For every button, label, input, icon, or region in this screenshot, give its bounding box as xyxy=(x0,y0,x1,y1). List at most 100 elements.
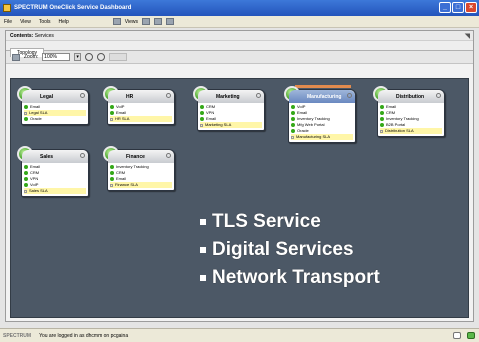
status-dot-icon xyxy=(24,171,28,175)
service-row-label: Oracle xyxy=(30,116,42,121)
status-dot-icon xyxy=(110,171,114,175)
overlay-bullet-list: TLS Service Digital Services Network Tra… xyxy=(200,208,380,292)
status-dot-icon xyxy=(291,105,295,109)
node-title: Marketing xyxy=(198,90,264,103)
zoom-toolbar: Zoom: 100% ▾ xyxy=(6,51,473,64)
node-rows: Inventory Tracking CRM Email Finance SLA xyxy=(108,163,174,190)
sla-icon xyxy=(24,111,27,115)
node-rows: VoIP Email HR SLA xyxy=(108,103,174,124)
gear-icon[interactable] xyxy=(256,93,261,98)
grid-view-icon[interactable] xyxy=(142,18,151,25)
status-dot-icon xyxy=(110,165,114,169)
menu-help[interactable]: Help xyxy=(55,19,73,25)
status-message: You are logged in as dhcmm on pcgaina xyxy=(39,332,129,339)
tab-strip: Topology xyxy=(6,41,473,57)
zoom-label: Zoom: xyxy=(24,54,39,60)
sla-row[interactable]: HR SLA xyxy=(110,116,172,122)
sla-row-label: Finance SLA xyxy=(115,182,138,187)
message-icon[interactable] xyxy=(453,332,461,339)
service-node-marketing[interactable]: Marketing CRM VPN Email Marketing SLA xyxy=(193,86,265,131)
node-title: Sales xyxy=(22,150,88,163)
close-button[interactable]: × xyxy=(465,2,477,13)
status-dot-icon xyxy=(200,111,204,115)
menu-tools[interactable]: Tools xyxy=(35,19,55,25)
service-node-sales[interactable]: Sales Email CRM VPN VoIP Sales SLA xyxy=(17,146,89,197)
gear-icon[interactable] xyxy=(166,93,171,98)
maximize-button[interactable]: □ xyxy=(452,2,464,13)
sla-row[interactable]: Distribution SLA xyxy=(380,128,442,134)
service-node-distribution[interactable]: Distribution Email CRM Inventory Trackin… xyxy=(373,86,445,137)
gear-icon[interactable] xyxy=(166,153,171,158)
zoom-out-icon[interactable] xyxy=(97,53,106,61)
service-node-finance[interactable]: Finance Inventory Tracking CRM Email Fin… xyxy=(103,146,175,191)
gear-icon[interactable] xyxy=(436,93,441,98)
list-view-icon[interactable] xyxy=(154,18,163,25)
selection-indicator xyxy=(295,85,351,88)
node-title: Distribution xyxy=(378,90,444,103)
status-dot-icon xyxy=(291,129,295,133)
sla-icon xyxy=(110,117,113,121)
menu-view[interactable]: View xyxy=(16,19,35,25)
zoom-select[interactable]: 100% xyxy=(42,53,71,61)
status-dot-icon xyxy=(110,177,114,181)
minimize-button[interactable]: _ xyxy=(439,2,451,13)
chevron-down-icon[interactable]: ▾ xyxy=(74,53,82,61)
window-title: SPECTRUM OneClick Service Dashboard xyxy=(14,5,132,11)
sla-row-label: HR SLA xyxy=(115,116,130,121)
node-title: Finance xyxy=(108,150,174,163)
sla-row[interactable]: Marketing SLA xyxy=(200,122,262,128)
status-dot-icon xyxy=(380,123,384,127)
status-icons xyxy=(453,332,475,339)
node-rows: Email Legal SLA Oracle xyxy=(22,103,88,124)
gear-icon[interactable] xyxy=(80,93,85,98)
service-node-legal[interactable]: Legal Email Legal SLA Oracle xyxy=(17,86,89,125)
node-rows: CRM VPN Email Marketing SLA xyxy=(198,103,264,130)
status-dot-icon xyxy=(380,111,384,115)
status-dot-icon xyxy=(380,105,384,109)
toolbar: Views xyxy=(112,18,175,25)
connection-icon[interactable] xyxy=(467,332,475,339)
gear-icon[interactable] xyxy=(347,93,352,98)
contents-label: Contents: xyxy=(10,33,34,39)
sla-row-label: Distribution SLA xyxy=(385,128,414,133)
bullet-text: Digital Services xyxy=(212,239,354,260)
sla-icon xyxy=(200,123,203,127)
status-dot-icon xyxy=(24,117,28,121)
tree-view-icon[interactable] xyxy=(166,18,175,25)
sla-icon xyxy=(24,189,27,193)
node-title: HR xyxy=(108,90,174,103)
bullet-item: TLS Service xyxy=(200,208,380,236)
service-node-manufacturing[interactable]: Manufacturing VoIP Email Inventory Track… xyxy=(284,85,356,143)
status-dot-icon xyxy=(200,105,204,109)
brand-logo: SPECTRUM xyxy=(3,332,32,339)
status-dot-icon xyxy=(291,117,295,121)
gear-icon[interactable] xyxy=(80,153,85,158)
status-dot-icon xyxy=(291,123,295,127)
service-node-hr[interactable]: HR VoIP Email HR SLA xyxy=(103,86,175,125)
printer-icon[interactable] xyxy=(112,18,121,25)
status-dot-icon xyxy=(200,117,204,121)
toolbar-history-label[interactable]: Views xyxy=(125,19,138,25)
zoom-in-icon[interactable] xyxy=(85,53,94,61)
menu-file[interactable]: File xyxy=(0,19,16,25)
bullet-icon xyxy=(200,247,206,253)
search-field[interactable] xyxy=(109,53,128,61)
bullet-item: Network Transport xyxy=(200,264,380,292)
node-rows: Email CRM Inventory Tracking B2B Portal … xyxy=(378,103,444,136)
bullet-text: Network Transport xyxy=(212,267,380,288)
sla-row[interactable]: Finance SLA xyxy=(110,182,172,188)
service-row[interactable]: Oracle xyxy=(24,116,86,122)
sla-row-label: Sales SLA xyxy=(29,188,48,193)
pencil-icon[interactable] xyxy=(12,53,20,61)
sla-row[interactable]: Sales SLA xyxy=(24,188,86,194)
status-dot-icon xyxy=(380,117,384,121)
menu-bar: File View Tools Help Views xyxy=(0,16,479,28)
sla-row-label: Marketing SLA xyxy=(205,122,232,127)
node-title: Manufacturing xyxy=(289,90,355,103)
bullet-item: Digital Services xyxy=(200,236,380,264)
window-titlebar: SPECTRUM OneClick Service Dashboard _ □ … xyxy=(0,0,479,16)
sla-row[interactable]: Manufacturing SLA xyxy=(291,134,353,140)
panel-pin-icon[interactable]: ◥ xyxy=(465,32,470,40)
node-title: Legal xyxy=(22,90,88,103)
sla-icon xyxy=(110,183,113,187)
